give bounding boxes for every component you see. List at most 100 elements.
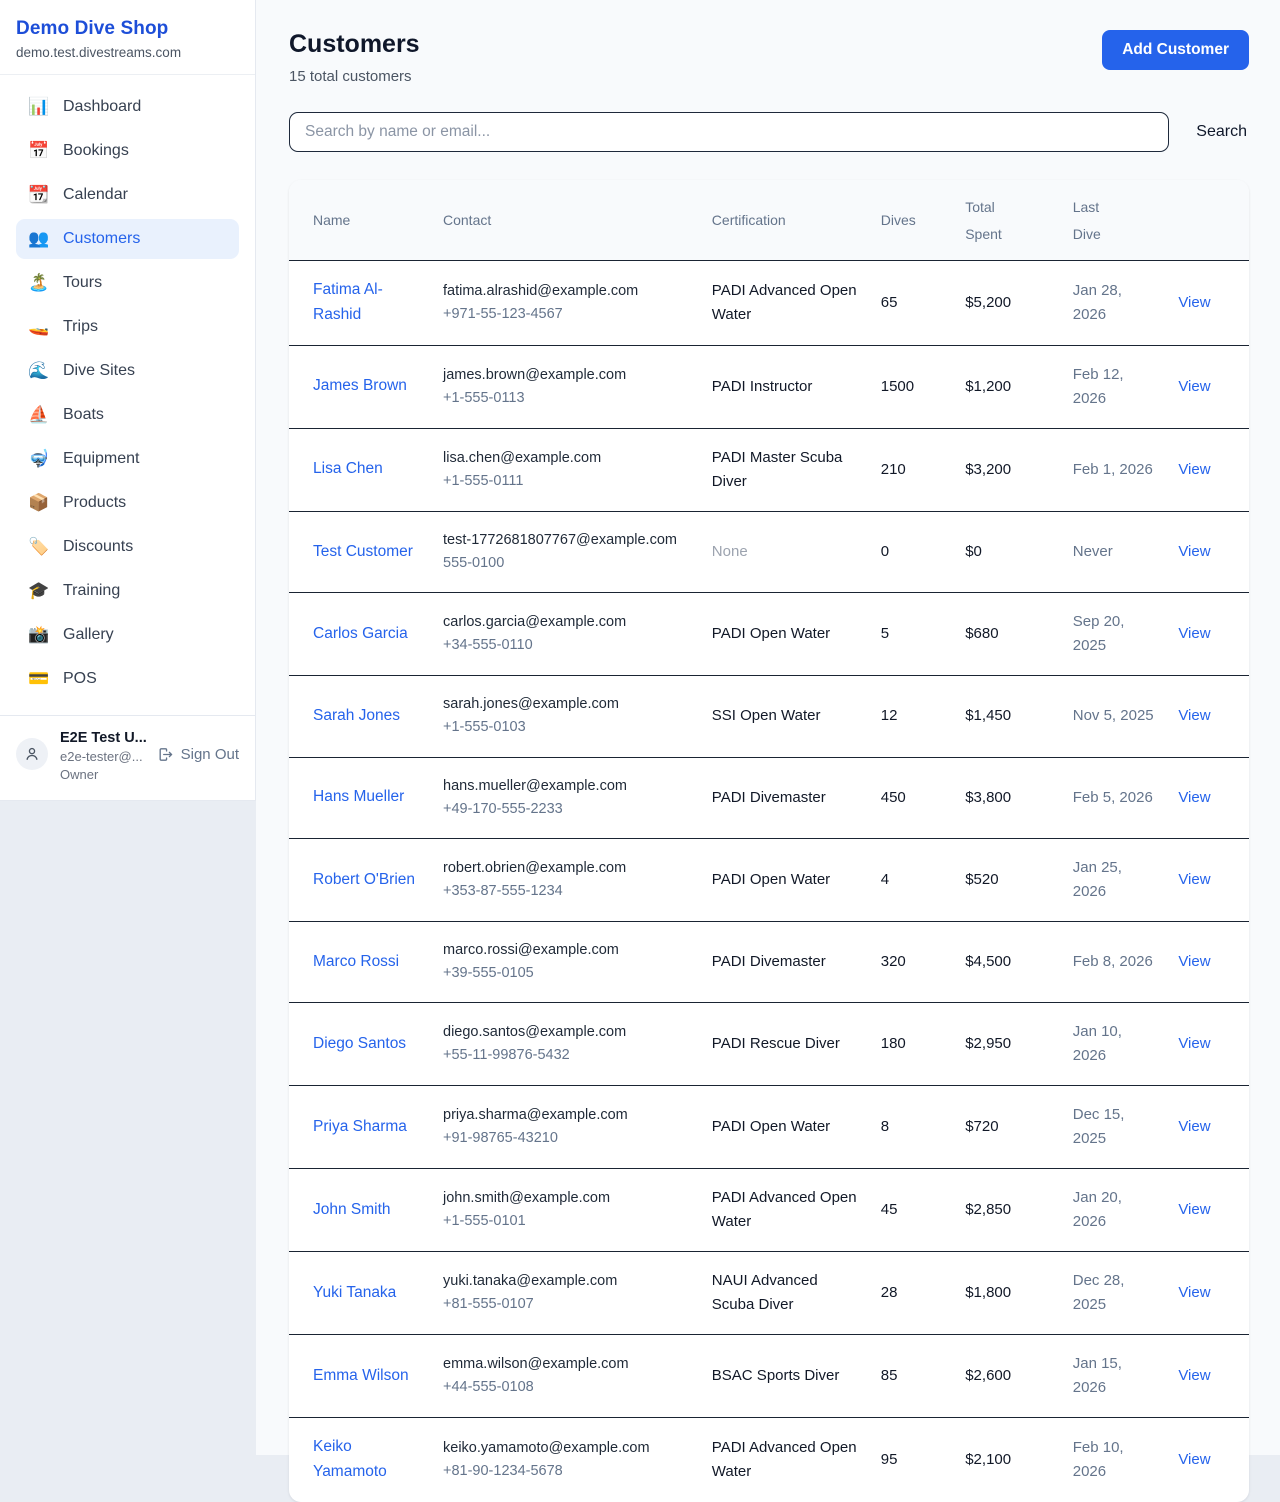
customer-name-link[interactable]: Priya Sharma [313, 1118, 407, 1135]
customer-last-dive: Feb 5, 2026 [1073, 786, 1159, 810]
customer-dives: 450 [881, 789, 906, 806]
cell-certification: PADI Instructor [702, 345, 871, 428]
cell-name: Test Customer [289, 511, 433, 592]
view-customer-link[interactable]: View [1178, 1367, 1210, 1384]
customer-phone: +44-555-0108 [443, 1376, 692, 1399]
sidebar-item-dashboard[interactable]: 📊Dashboard [16, 87, 239, 127]
search-input[interactable] [289, 112, 1169, 152]
cell-last-dive: Dec 15, 2025 [1063, 1086, 1169, 1169]
cell-contact: fatima.alrashid@example.com+971-55-123-4… [433, 261, 702, 346]
sidebar-item-dive-sites[interactable]: 🌊Dive Sites [16, 351, 239, 391]
cell-dives: 1500 [871, 345, 955, 428]
cell-total-spent: $0 [955, 511, 1063, 592]
customer-last-dive: Feb 1, 2026 [1073, 458, 1159, 482]
search-button[interactable]: Search [1194, 119, 1249, 145]
view-customer-link[interactable]: View [1178, 953, 1210, 970]
customer-total-spent: $2,100 [965, 1451, 1011, 1468]
cell-name: Hans Mueller [289, 757, 433, 838]
customer-phone: +1-555-0101 [443, 1210, 692, 1233]
view-customer-link[interactable]: View [1178, 1451, 1210, 1468]
sidebar-item-tours[interactable]: 🏝️Tours [16, 263, 239, 303]
customer-email: diego.santos@example.com [443, 1021, 692, 1044]
customer-name-link[interactable]: Hans Mueller [313, 788, 404, 805]
customer-name-link[interactable]: Yuki Tanaka [313, 1284, 396, 1301]
table-row: Sarah Jonessarah.jones@example.com+1-555… [289, 676, 1249, 757]
sidebar-item-trips[interactable]: 🚤Trips [16, 307, 239, 347]
customer-phone: +1-555-0111 [443, 470, 692, 493]
view-customer-link[interactable]: View [1178, 1118, 1210, 1135]
user-role: Owner [60, 767, 145, 782]
cell-total-spent: $3,200 [955, 428, 1063, 511]
sidebar-item-discounts[interactable]: 🏷️Discounts [16, 527, 239, 567]
cell-total-spent: $1,450 [955, 676, 1063, 757]
sidebar-item-equipment[interactable]: 🤿Equipment [16, 439, 239, 479]
customer-certification: PADI Rescue Diver [712, 1032, 861, 1056]
customer-name-link[interactable]: Emma Wilson [313, 1367, 409, 1384]
customer-name-link[interactable]: John Smith [313, 1201, 391, 1218]
sidebar-item-gallery[interactable]: 📸Gallery [16, 615, 239, 655]
customer-name-link[interactable]: Diego Santos [313, 1035, 406, 1052]
table-row: Emma Wilsonemma.wilson@example.com+44-55… [289, 1335, 1249, 1418]
view-customer-link[interactable]: View [1178, 543, 1210, 560]
cell-dives: 28 [871, 1252, 955, 1335]
speedboat-icon: 🚤 [28, 319, 50, 336]
cell-name: Emma Wilson [289, 1335, 433, 1418]
cell-dives: 12 [871, 676, 955, 757]
view-customer-link[interactable]: View [1178, 871, 1210, 888]
cell-actions: View [1168, 1335, 1249, 1418]
camera-icon: 📸 [28, 627, 50, 644]
customer-last-dive: Nov 5, 2025 [1073, 704, 1159, 728]
cell-actions: View [1168, 921, 1249, 1002]
credit-card-icon: 💳 [28, 671, 50, 688]
customer-name-link[interactable]: Carlos Garcia [313, 625, 408, 642]
sign-out-button[interactable]: Sign Out [157, 746, 239, 763]
customer-name-link[interactable]: Lisa Chen [313, 460, 383, 477]
cell-contact: marco.rossi@example.com+39-555-0105 [433, 921, 702, 1002]
cell-dives: 450 [871, 757, 955, 838]
view-customer-link[interactable]: View [1178, 625, 1210, 642]
customer-name-link[interactable]: Fatima Al-Rashid [313, 281, 383, 323]
sidebar-item-calendar[interactable]: 📆Calendar [16, 175, 239, 215]
tearoff-calendar-icon: 📆 [28, 187, 50, 204]
sidebar-item-pos[interactable]: 💳POS [16, 659, 239, 699]
cell-total-spent: $2,100 [955, 1418, 1063, 1502]
customer-name-link[interactable]: Robert O'Brien [313, 871, 415, 888]
customer-name-link[interactable]: Marco Rossi [313, 953, 399, 970]
cell-dives: 45 [871, 1169, 955, 1252]
user-email: e2e-tester@... [60, 749, 145, 764]
view-customer-link[interactable]: View [1178, 1284, 1210, 1301]
cell-contact: james.brown@example.com+1-555-0113 [433, 345, 702, 428]
view-customer-link[interactable]: View [1178, 294, 1210, 311]
customer-email: fatima.alrashid@example.com [443, 280, 692, 303]
sidebar-item-training[interactable]: 🎓Training [16, 571, 239, 611]
cell-contact: hans.mueller@example.com+49-170-555-2233 [433, 757, 702, 838]
view-customer-link[interactable]: View [1178, 1201, 1210, 1218]
table-row: Hans Mueller hans.mueller@example.com+49-… [289, 757, 1249, 838]
customer-email: carlos.garcia@example.com [443, 611, 692, 634]
cell-actions: View [1168, 428, 1249, 511]
customer-certification: NAUI Advanced Scuba Diver [712, 1269, 861, 1317]
customer-name-link[interactable]: James Brown [313, 377, 407, 394]
cell-last-dive: Never [1063, 511, 1169, 592]
sidebar-item-boats[interactable]: ⛵Boats [16, 395, 239, 435]
view-customer-link[interactable]: View [1178, 789, 1210, 806]
customer-certification: PADI Advanced Open Water [712, 279, 861, 327]
cell-dives: 65 [871, 261, 955, 346]
view-customer-link[interactable]: View [1178, 1035, 1210, 1052]
island-icon: 🏝️ [28, 275, 50, 292]
view-customer-link[interactable]: View [1178, 378, 1210, 395]
customer-name-link[interactable]: Test Customer [313, 543, 413, 560]
customer-name-link[interactable]: Keiko Yamamoto [313, 1438, 387, 1480]
sidebar-item-products[interactable]: 📦Products [16, 483, 239, 523]
sidebar-item-label: Equipment [63, 450, 140, 468]
add-customer-button[interactable]: Add Customer [1102, 30, 1249, 70]
table-row: Lisa Chenlisa.chen@example.com+1-555-011… [289, 428, 1249, 511]
view-customer-link[interactable]: View [1178, 707, 1210, 724]
customer-name-link[interactable]: Sarah Jones [313, 707, 400, 724]
view-customer-link[interactable]: View [1178, 461, 1210, 478]
sidebar-item-bookings[interactable]: 📅Bookings [16, 131, 239, 171]
sidebar-item-customers[interactable]: 👥Customers [16, 219, 239, 259]
customer-total-spent: $680 [965, 625, 998, 642]
cell-total-spent: $2,950 [955, 1003, 1063, 1086]
cell-dives: 85 [871, 1335, 955, 1418]
